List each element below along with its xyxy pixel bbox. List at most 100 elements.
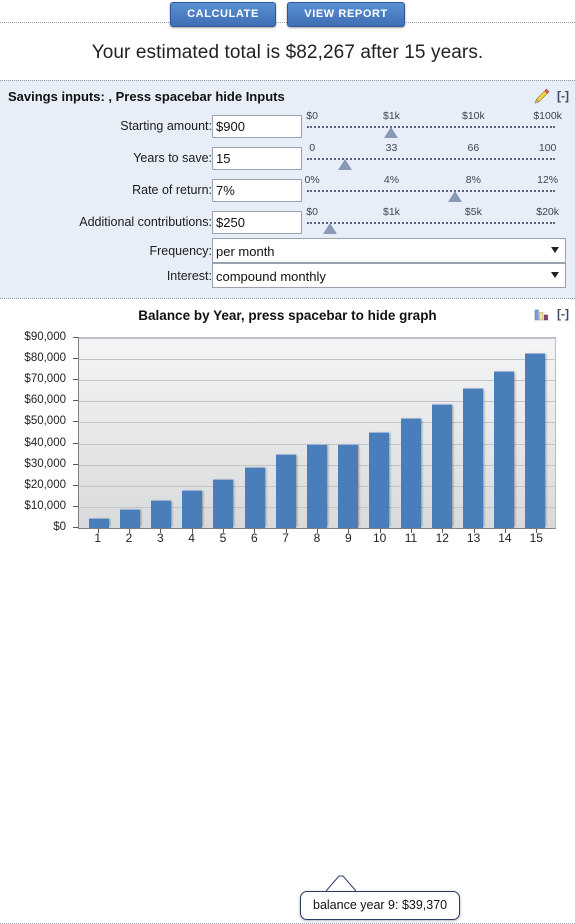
collapse-inputs-button[interactable]: [-] (557, 89, 569, 103)
collapse-chart-button[interactable]: [-] (557, 307, 569, 321)
bar[interactable] (400, 418, 421, 528)
pencil-icon[interactable] (534, 88, 550, 104)
y-axis-tick-label: $30,000 (24, 457, 66, 470)
chart-bars (79, 338, 555, 528)
bar[interactable] (307, 443, 328, 528)
x-axis-tick-label: 9 (344, 531, 352, 545)
savings-inputs-title: Savings inputs: , Press spacebar hide In… (8, 89, 285, 104)
x-axis-tick-label: 8 (313, 531, 321, 545)
calculate-button[interactable]: CALCULATE (170, 2, 276, 27)
slider-handle[interactable] (338, 159, 353, 170)
bar[interactable] (369, 432, 390, 528)
slider-ticks: 0 33 66 100 (307, 142, 563, 155)
savings-inputs-header: Savings inputs: , Press spacebar hide In… (0, 85, 575, 110)
x-axis-tick (223, 529, 224, 533)
x-axis-tick-label: 6 (250, 531, 258, 545)
bar-cell (145, 338, 176, 528)
tooltip-stem (326, 875, 356, 892)
slider-tick-label: $1k (383, 110, 400, 122)
view-report-button[interactable]: VIEW REPORT (287, 2, 405, 27)
slider[interactable]: 0% 4% 8% 12% (304, 174, 563, 206)
select-cell: compound monthly (212, 263, 575, 288)
bar[interactable] (463, 387, 484, 528)
bar[interactable] (88, 518, 109, 528)
input-years-to-save[interactable] (212, 146, 302, 170)
input-row: Years to save: 0 33 66 100 (0, 142, 575, 174)
bar-cell (114, 338, 145, 528)
slider-ticks: $0 $1k $5k $20k (306, 206, 563, 219)
x-axis-tick-label: 15 (529, 531, 543, 545)
y-axis-tick-label: $40,000 (24, 436, 66, 449)
bar-cell (208, 338, 239, 528)
input-additional-contributions[interactable] (212, 210, 302, 234)
y-axis-tick-label: $90,000 (24, 331, 66, 343)
slider-tick-label: 0% (304, 174, 320, 186)
x-axis-tick (317, 529, 318, 533)
slider-track[interactable] (307, 126, 555, 128)
input-label: Additional contributions: (79, 215, 212, 229)
bar[interactable] (275, 453, 296, 528)
x-axis-tick (254, 529, 256, 533)
slider-tick-label: $5k (464, 206, 482, 218)
slider[interactable]: $0 $1k $10k $100k (306, 110, 563, 142)
select-label: Interest: (166, 268, 212, 283)
slider-handle[interactable] (448, 191, 463, 202)
slider-track[interactable] (307, 222, 555, 224)
bar[interactable] (244, 466, 265, 528)
bar-cell (333, 338, 364, 528)
slider-ticks: 0% 4% 8% 12% (304, 174, 563, 187)
bar-cell (270, 338, 301, 528)
bar-cell (364, 338, 395, 528)
bar[interactable] (182, 489, 203, 528)
x-axis-tick (505, 529, 506, 533)
savings-inputs-panel: Savings inputs: , Press spacebar hide In… (0, 80, 575, 299)
bar[interactable] (151, 499, 171, 528)
bar[interactable] (525, 353, 546, 528)
select-wrapper: compound monthly (212, 263, 566, 288)
input-rows: Starting amount: $0 $1k $10k $100k Years to s… (0, 110, 575, 238)
slider-track[interactable] (307, 190, 555, 192)
x-axis-tick (442, 529, 444, 533)
select-interest[interactable]: compound monthly (212, 263, 566, 288)
y-axis-tick (73, 505, 78, 507)
x-axis-tick-label: 3 (156, 531, 164, 545)
input-field-cell (212, 110, 307, 142)
slider-tick-label: 8% (465, 174, 481, 186)
bar[interactable] (119, 509, 140, 528)
bar[interactable] (338, 443, 359, 528)
bar-cell (239, 338, 270, 528)
slider[interactable]: 0 33 66 100 (307, 142, 563, 174)
bar-cell (301, 338, 332, 528)
input-rate-of-return[interactable] (212, 178, 302, 202)
x-axis-tick (97, 529, 99, 533)
y-axis-labels: $90,000 $80,000 $70,000 $60,000 $50,000 $40,0… (0, 329, 72, 539)
slider-handle[interactable] (323, 223, 338, 234)
bar[interactable] (213, 478, 234, 528)
bar[interactable] (494, 370, 515, 528)
select-frequency[interactable]: per month (212, 238, 566, 263)
bar-cell (457, 338, 488, 528)
slider[interactable]: $0 $1k $5k $20k (306, 206, 563, 238)
slider-handle[interactable] (384, 127, 399, 138)
bar[interactable] (431, 403, 452, 528)
x-axis-tick (536, 529, 538, 533)
balance-chart-plot-area: $90,000 $80,000 $70,000 $60,000 $50,000 $40,0… (0, 329, 575, 584)
slider-tick-label: 33 (385, 142, 398, 154)
x-axis-tick-label: 5 (219, 531, 227, 545)
x-axis-tick (379, 529, 381, 533)
input-starting-amount[interactable] (212, 114, 302, 138)
input-field-cell (212, 142, 307, 174)
y-axis-tick (73, 421, 78, 423)
x-axis-labels: 1 2 3 4 5 6 7 8 9 10 11 12 13 14 15 (78, 531, 556, 551)
x-axis-tick (160, 529, 162, 533)
select-row: Frequency: per month (0, 238, 575, 263)
bar-chart-icon[interactable] (534, 308, 550, 321)
x-axis-tick (348, 529, 350, 533)
bar-cell (426, 338, 457, 528)
slider-tick-label: 0 (309, 142, 316, 154)
slider-tick-label: 100 (538, 142, 557, 154)
slider-tick-label: 66 (467, 142, 480, 154)
slider-tick-label: $0 (306, 206, 318, 218)
x-axis-tick-label: 4 (188, 531, 195, 545)
x-axis-tick (411, 529, 412, 533)
